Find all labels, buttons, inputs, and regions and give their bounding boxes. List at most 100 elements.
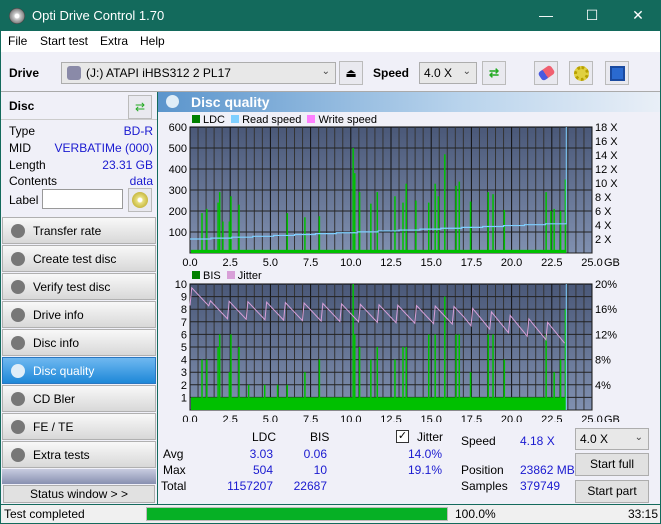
- disc-icon: [11, 252, 25, 266]
- bis-bar: [434, 334, 436, 410]
- x-tick-label: 20.0: [501, 414, 522, 422]
- nav-label: Create test disc: [33, 252, 117, 266]
- info-value: data: [129, 174, 153, 188]
- y2-tick-label: 6 X: [595, 206, 612, 218]
- info-label: Contents: [9, 174, 58, 188]
- nav-drive-info[interactable]: Drive info: [2, 301, 156, 328]
- close-button[interactable]: ✕: [615, 0, 661, 31]
- x-tick-label: 22.5: [541, 257, 562, 269]
- erase-button[interactable]: [534, 61, 558, 85]
- nav-extra-tests[interactable]: Extra tests: [2, 441, 156, 468]
- ldc-bar: [358, 192, 361, 253]
- x-tick-label: 5.0: [263, 414, 278, 422]
- refresh-icon: ⇄: [488, 66, 500, 80]
- bis-bar: [352, 284, 354, 410]
- drive-select[interactable]: (J:) ATAPI iHBS312 2 PL17 ⌄: [61, 62, 336, 84]
- x-tick-label: 25.0: [581, 414, 602, 422]
- menu-file[interactable]: File: [8, 34, 27, 48]
- y-tick-label: 4: [181, 355, 187, 367]
- jitter-checkbox[interactable]: ✓: [396, 430, 409, 443]
- nav-label: CD Bler: [33, 392, 76, 406]
- y-tick-label: 3: [181, 367, 187, 379]
- menu-extra[interactable]: Extra: [100, 34, 128, 48]
- start-full-button[interactable]: Start full: [575, 453, 649, 476]
- info-label: Length: [9, 158, 46, 172]
- ldc-bar: [455, 185, 457, 253]
- x-tick-label: 12.5: [380, 257, 401, 269]
- minimize-button[interactable]: —: [523, 0, 569, 31]
- ldc-bar: [415, 200, 417, 253]
- bis-bar: [402, 347, 404, 410]
- nav-disc-quality[interactable]: Disc quality: [2, 357, 156, 384]
- bis-bar: [444, 296, 446, 410]
- y-tick-label: 400: [169, 164, 187, 176]
- nav-fe-te[interactable]: FE / TE: [2, 413, 156, 440]
- label-apply-button[interactable]: [128, 188, 152, 212]
- menu-start-test[interactable]: Start test: [40, 34, 88, 48]
- nav-label: Disc info: [33, 336, 80, 350]
- bis-bar: [503, 359, 506, 410]
- y-tick-label: 7: [181, 317, 187, 329]
- y2-tick-label: 16 X: [595, 136, 618, 148]
- y2-tick-label: 12 X: [595, 164, 618, 176]
- y-tick-label: 5: [181, 342, 187, 354]
- row-total-label: Total: [161, 479, 187, 493]
- menu-help[interactable]: Help: [140, 34, 165, 48]
- nav-cd-bler[interactable]: CD Bler: [2, 385, 156, 412]
- y-tick-label: 10: [175, 279, 187, 291]
- start-part-button[interactable]: Start part: [575, 480, 649, 503]
- speed-select[interactable]: 4.0 X ⌄: [419, 62, 477, 84]
- nav-label: FE / TE: [33, 420, 74, 434]
- ldc-bar: [503, 209, 506, 253]
- x-unit-label: GB: [604, 414, 620, 422]
- nav-transfer-rate[interactable]: Transfer rate: [2, 217, 156, 244]
- nav-disc-info[interactable]: Disc info: [2, 329, 156, 356]
- nav-create-test-disc[interactable]: Create test disc: [2, 245, 156, 272]
- max-jitter: 19.1%: [407, 463, 442, 477]
- y-tick-label: 200: [169, 206, 187, 218]
- settings-button[interactable]: [569, 61, 593, 85]
- chevron-down-icon: ⌄: [462, 66, 471, 77]
- left-panel: Disc ⇄ Type BD-R MID VERBATIMe (000) Lengt…: [1, 92, 157, 504]
- test-speed-select[interactable]: 4.0 X ⌄: [575, 428, 649, 450]
- bis-bar: [455, 334, 457, 410]
- y-tick-label: 9: [181, 292, 187, 304]
- ldc-bar: [238, 204, 240, 253]
- disc-icon: [11, 224, 25, 238]
- maximize-button[interactable]: ☐: [569, 0, 615, 31]
- chevron-down-icon: ⌄: [634, 432, 643, 443]
- y2-tick-label: 8 X: [595, 192, 612, 204]
- label-input[interactable]: [42, 189, 123, 209]
- ldc-bar: [352, 148, 354, 253]
- x-tick-label: 22.5: [541, 414, 562, 422]
- ldc-bar: [230, 196, 232, 253]
- x-tick-label: 15.0: [420, 414, 441, 422]
- bis-bar: [427, 334, 430, 410]
- x-tick-label: 12.5: [380, 414, 401, 422]
- max-bis: 10: [313, 463, 327, 477]
- disc-header: Disc ⇄: [1, 92, 157, 120]
- progress-text: 100.0%: [455, 507, 496, 521]
- y-tick-label: 100: [169, 227, 187, 239]
- drive-value: (J:) ATAPI iHBS312 2 PL17: [86, 66, 231, 80]
- bis-bar: [394, 359, 396, 410]
- eject-button[interactable]: ⏏: [339, 61, 363, 85]
- info-value: VERBATIMe (000): [54, 141, 153, 155]
- refresh-icon: ⇄: [134, 100, 146, 114]
- samples-label: Samples: [461, 479, 508, 493]
- ldc-bar: [437, 196, 440, 253]
- disc-icon: [11, 364, 25, 378]
- speed-value: 4.18 X: [520, 434, 555, 448]
- disc-type-row: Type BD-R: [9, 124, 153, 140]
- elapsed-time: 33:15: [628, 507, 659, 521]
- label-field-label: Label: [9, 193, 39, 207]
- nav-verify-test-disc[interactable]: Verify test disc: [2, 273, 156, 300]
- bis-bar: [553, 372, 555, 410]
- disc-header-label: Disc: [9, 99, 35, 113]
- disc-refresh-button[interactable]: ⇄: [128, 95, 152, 119]
- disc-quality-panel: Disc quality LDC Read speed Write speed …: [158, 92, 660, 504]
- save-button[interactable]: [605, 61, 629, 85]
- row-max-label: Max: [163, 463, 186, 477]
- status-window-button[interactable]: Status window > >: [3, 485, 155, 503]
- refresh-button[interactable]: ⇄: [482, 61, 506, 85]
